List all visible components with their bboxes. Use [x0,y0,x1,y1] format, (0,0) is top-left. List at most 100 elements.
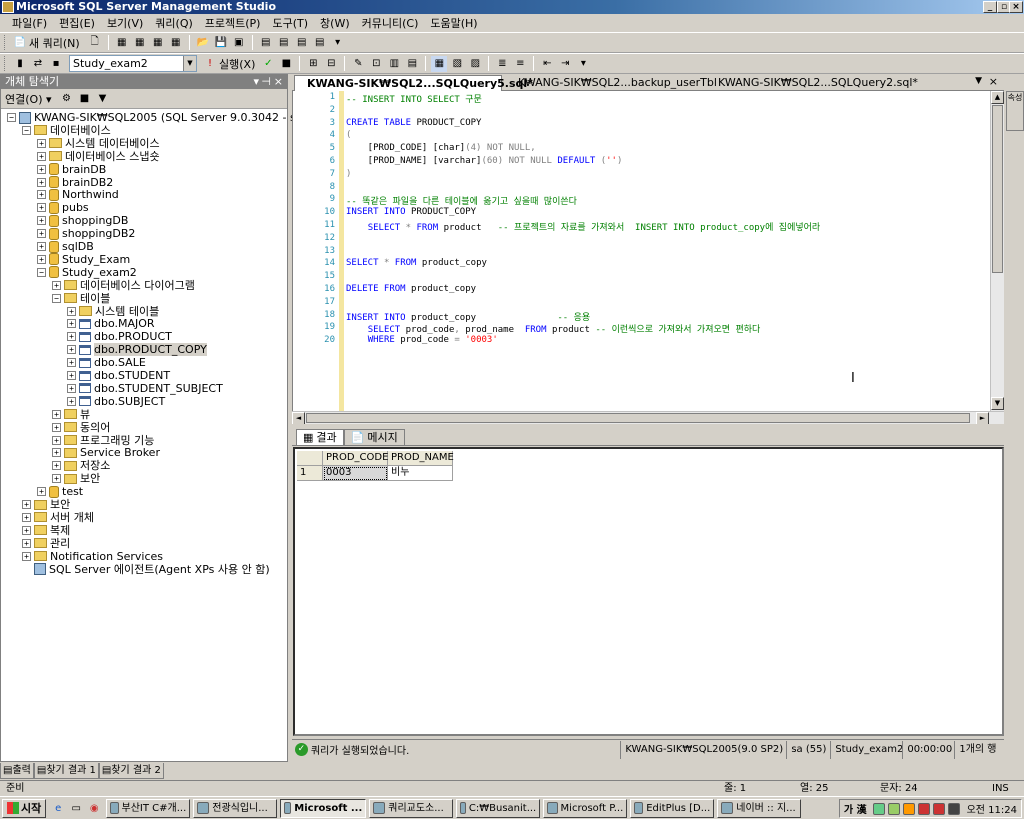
collapse-icon[interactable]: − [37,267,46,277]
expand-icon[interactable]: + [67,383,76,393]
open-file-icon[interactable]: 📂 [195,35,211,51]
database-select[interactable]: Study_exam2 ▼ [69,55,197,72]
tree-node[interactable]: + dbo.SALE [67,356,146,369]
expand-icon[interactable]: + [52,280,61,290]
tree-node[interactable]: + brainDB2 [37,176,113,189]
scroll-down-icon[interactable]: ▼ [991,397,1004,410]
toolbar-grip[interactable] [4,56,7,71]
menu-item[interactable]: 창(W) [314,15,356,31]
save-icon[interactable]: 💾 [213,35,229,51]
properties-icon[interactable]: ▤ [312,35,328,51]
tree-node[interactable]: + 보안 [52,472,100,485]
expand-icon[interactable]: + [67,358,76,368]
tab-backup-usertbl[interactable]: KWANG-SIK₩SQL2...backup_userTbl [506,75,717,91]
menu-item[interactable]: 편집(E) [53,15,101,31]
design-query-icon[interactable]: ✎ [350,56,366,72]
column-header[interactable]: PROD_CODE [323,451,388,466]
show-desktop-icon[interactable]: ▭ [68,800,84,816]
code-line[interactable]: ) [346,169,351,179]
tree-node[interactable]: − 테이블 [52,292,110,305]
code-line[interactable]: ( [346,130,351,140]
tree-node[interactable]: + 데이터베이스 스냅숏 [37,150,160,163]
tree-node[interactable]: SQL Server 에이전트(Agent XPs 사용 안 함) [22,563,270,576]
code-line[interactable]: INSERT INTO product_copy -- 응용 [346,310,590,323]
collapse-icon[interactable]: − [52,293,61,303]
decrease-indent-icon[interactable]: ⇤ [539,56,555,72]
tree-node[interactable]: + Notification Services [22,550,163,563]
tree-node[interactable]: + 데이터베이스 다이어그램 [52,279,195,292]
menu-item[interactable]: 파일(F) [6,15,53,31]
taskbar-button[interactable]: Microsoft P... [543,798,628,818]
expand-icon[interactable]: + [22,538,31,548]
tree-node[interactable]: + 동의어 [52,421,110,434]
tree-node[interactable]: + shoppingDB [37,214,128,227]
tab-sqlquery5[interactable]: KWANG-SIK₩SQL2...SQLQuery5.sql* [294,75,533,91]
code-line[interactable]: SELECT * FROM product -- 프로젝트의 자료를 가져와서 … [346,220,821,233]
menu-item[interactable]: 쿼리(Q) [149,15,198,31]
code-line[interactable]: INSERT INTO PRODUCT_COPY [346,207,476,217]
column-header[interactable]: PROD_NAME [388,451,454,466]
taskbar-button[interactable]: 전광식입니... [193,798,278,818]
tab-dropdown-icon[interactable]: ▼ [975,76,982,86]
menu-item[interactable]: 커뮤니티(C) [356,15,425,31]
network-icon[interactable] [872,802,885,815]
tree-node[interactable]: − 데이터베이스 [22,124,111,137]
scroll-thumb[interactable] [992,105,1003,273]
expand-icon[interactable]: + [37,203,46,213]
expand-icon[interactable]: + [22,512,31,522]
tree-node[interactable]: + 시스템 데이터베이스 [37,137,160,150]
editor-horizontal-scrollbar[interactable]: ◄ ► [292,411,1004,425]
tree-node[interactable]: + dbo.STUDENT_SUBJECT [67,382,223,395]
chrome-icon[interactable]: ◉ [86,800,102,816]
expand-icon[interactable]: + [37,216,46,226]
chevron-down-icon[interactable]: ▼ [183,56,196,71]
collapse-icon[interactable]: − [7,113,16,122]
toolbar-overflow-icon[interactable]: ▾ [330,35,346,51]
xmla-query-icon[interactable]: ▦ [168,35,184,51]
new-query-button[interactable]: 새 쿼리(N) [29,35,80,51]
mdx-query-icon[interactable]: ▦ [150,35,166,51]
tab-find-results-1[interactable]: ▤ 찾기 결과 1 [33,763,99,779]
tree-node[interactable]: + Study_Exam [37,253,130,266]
taskbar-button[interactable]: Microsoft ... [280,798,367,818]
template-explorer-icon[interactable]: ▤ [294,35,310,51]
close-tab-icon[interactable]: × [989,75,998,88]
analysis-query-icon[interactable]: ▦ [132,35,148,51]
cancel-query-icon[interactable]: ■ [278,56,294,72]
grid-cell[interactable]: 0003 [323,466,388,481]
expand-icon[interactable]: + [37,242,46,251]
taskbar-button[interactable]: 네이버 :: 지... [717,798,802,818]
code-line[interactable]: WHERE prod_code = '0003' [346,335,498,345]
security-icon[interactable] [932,802,945,815]
code-line[interactable]: -- INSERT INTO SELECT 구문 [346,92,482,105]
tree-node[interactable]: + 복제 [22,524,70,537]
scroll-up-icon[interactable]: ▲ [991,91,1004,104]
tree-node[interactable]: + 시스템 테이블 [67,305,159,318]
client-stats-icon[interactable]: ▥ [386,56,402,72]
expand-icon[interactable]: + [37,164,46,174]
connect-icon[interactable]: ▮ [12,56,28,72]
tree-node[interactable]: − Study_exam2 [37,266,137,279]
expand-icon[interactable]: + [52,409,61,419]
connect-server-icon[interactable]: ⚙ [59,91,75,107]
ie-icon[interactable]: e [50,800,66,816]
code-line[interactable]: [PROD_NAME] [varchar](60) NOT NULL DEFAU… [346,156,623,166]
results-text-icon[interactable]: ▤ [404,56,420,72]
query-editor[interactable]: 1 2 3 4 5 6 7 8 9 10 11 12 13 14 15 16 17 18 19 20 -- INSER… [292,91,1004,411]
toolbar-overflow-icon[interactable]: ▾ [575,56,591,72]
tree-node[interactable]: + shoppingDB2 [37,227,135,240]
execute-button[interactable]: 실행(X) [219,56,255,72]
expand-icon[interactable]: + [67,332,76,342]
results-to-icon[interactable]: ▨ [467,56,483,72]
expand-icon[interactable]: + [22,551,31,561]
expand-icon[interactable]: + [37,151,46,161]
registered-servers-icon[interactable]: ▤ [258,35,274,51]
tree-node[interactable]: + 뷰 [52,408,90,421]
editor-vertical-scrollbar[interactable]: ▲ ▼ [990,91,1004,411]
row-header[interactable]: 1 [297,466,323,481]
uncomment-icon[interactable]: ≡ [512,56,528,72]
close-icon[interactable]: × [274,75,283,89]
menu-item[interactable]: 보기(V) [101,15,149,31]
code-line[interactable]: SELECT prod_code, prod_name FROM product… [346,322,761,335]
tree-node[interactable]: + 보안 [22,498,70,511]
